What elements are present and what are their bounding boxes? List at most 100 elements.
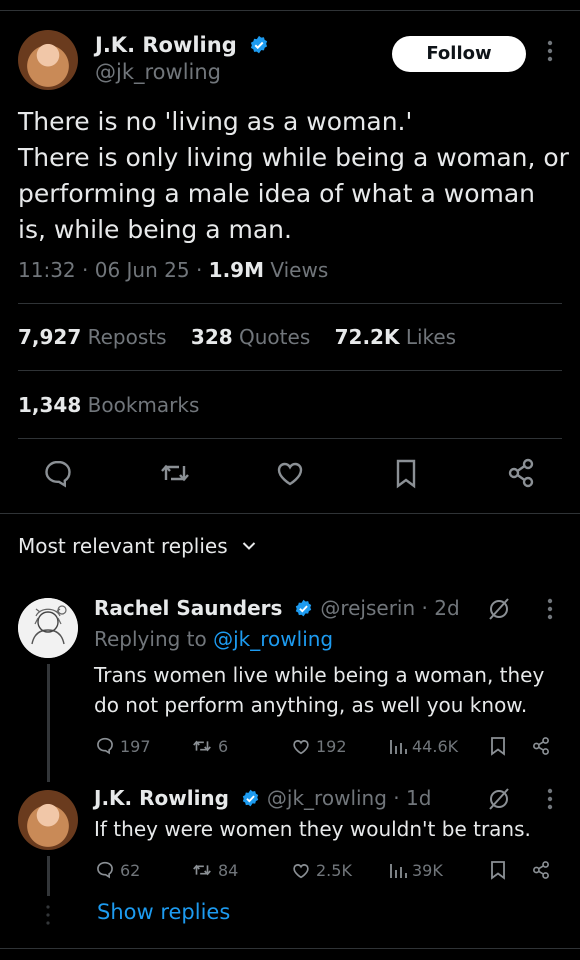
like-count: 2.5K <box>316 860 352 880</box>
grok-icon[interactable] <box>486 596 512 622</box>
reply-icon <box>97 737 113 755</box>
reply-line: do not perform anything, as well you kno… <box>94 693 528 717</box>
verified-badge-icon <box>296 599 312 617</box>
bookmark-button[interactable] <box>488 733 508 759</box>
divider <box>18 370 562 371</box>
engagement-stats: 7,927 Reposts 328 Quotes 72.2K Likes <box>18 325 456 349</box>
like-button[interactable]: 2.5K <box>290 857 352 883</box>
reply-age: 2d <box>434 596 460 620</box>
tweet-line: is, while being a man. <box>18 215 292 244</box>
reply-line: Trans women live while being a woman, th… <box>94 663 545 687</box>
views-count: 1.9M <box>208 258 265 282</box>
verified-badge-icon <box>250 35 268 54</box>
replying-to-handle[interactable]: @jk_rowling <box>213 627 333 651</box>
like-icon <box>293 740 309 755</box>
top-divider <box>0 10 580 11</box>
replies-sort-dropdown[interactable]: Most relevant replies <box>18 534 256 558</box>
tweet-time[interactable]: 11:32 <box>18 258 76 282</box>
tweet-action-bar <box>0 455 580 495</box>
reposts-label: Reposts <box>87 325 167 349</box>
repost-button[interactable]: 6 <box>190 733 228 759</box>
tweet-text: There is no 'living as a woman.' There i… <box>18 104 569 248</box>
share-icon <box>533 861 549 879</box>
bookmarks-stat[interactable]: 1,348 Bookmarks <box>18 393 199 417</box>
reply-count: 62 <box>120 860 141 880</box>
like-icon[interactable] <box>272 455 308 491</box>
views-count: 44.6K <box>412 736 459 756</box>
reply-author-name[interactable]: J.K. Rowling @jk_rowling · 1d <box>94 786 431 810</box>
replying-to: Replying to @jk_rowling <box>94 627 333 651</box>
kebab-icon[interactable] <box>540 598 560 625</box>
quotes-label: Quotes <box>239 325 311 349</box>
divider <box>18 438 562 439</box>
kebab-icon[interactable] <box>540 40 560 67</box>
share-icon <box>533 737 549 755</box>
reposts-count: 7,927 <box>18 325 82 349</box>
tweet-line: There is only living while being a woman… <box>18 143 569 172</box>
verified-badge-icon <box>242 789 259 807</box>
thread-dots-icon <box>46 905 50 925</box>
likes-count: 72.2K <box>334 325 400 349</box>
reposts-stat[interactable]: 7,927 Reposts <box>18 325 167 349</box>
like-button[interactable]: 192 <box>290 733 347 759</box>
quotes-count: 328 <box>190 325 233 349</box>
share-icon[interactable] <box>503 455 539 491</box>
reply-button[interactable]: 62 <box>94 857 140 883</box>
bookmark-icon <box>491 737 505 756</box>
views-button[interactable]: 39K <box>388 857 443 883</box>
divider <box>18 303 562 304</box>
reply-text: Trans women live while being a woman, th… <box>94 660 544 720</box>
reply-author-name-text: Rachel Saunders <box>94 596 283 620</box>
chevron-down-icon <box>242 542 256 550</box>
repost-icon <box>193 864 211 876</box>
reply-text: If they were women they wouldn't be tran… <box>94 814 531 844</box>
tweet-line: There is no 'living as a woman.' <box>18 107 413 136</box>
replying-prefix: Replying to <box>94 627 207 651</box>
grok-icon[interactable] <box>486 786 512 812</box>
like-icon <box>293 864 309 879</box>
reply-count: 197 <box>120 736 151 756</box>
quotes-stat[interactable]: 328 Quotes <box>191 325 310 349</box>
share-button[interactable] <box>530 857 552 883</box>
repost-icon[interactable] <box>157 455 193 491</box>
bookmarks-count: 1,348 <box>18 393 82 417</box>
reply-author-name-text: J.K. Rowling <box>94 786 229 810</box>
views-icon <box>390 864 407 878</box>
repost-count: 84 <box>218 860 239 880</box>
views-icon <box>390 740 407 754</box>
repost-icon <box>193 740 211 752</box>
reply-age: 1d <box>406 786 432 810</box>
kebab-icon[interactable] <box>540 788 560 815</box>
tweet-meta: 11:32 · 06 Jun 25 · 1.9M Views <box>18 258 329 282</box>
author-name[interactable]: J.K. Rowling <box>95 33 269 57</box>
reply-action-bar: 197 6 192 44.6K <box>94 733 564 759</box>
tweet-line: performing a male idea of what a woman <box>18 179 536 208</box>
like-count: 192 <box>316 736 347 756</box>
bookmark-icon[interactable] <box>388 455 424 491</box>
divider <box>0 513 580 514</box>
tweet-date[interactable]: 06 Jun 25 <box>95 258 190 282</box>
thread-line <box>47 856 50 896</box>
thread-line <box>47 664 50 782</box>
follow-button[interactable]: Follow <box>392 36 526 72</box>
author-avatar[interactable] <box>18 30 78 90</box>
reply-author-name[interactable]: Rachel Saunders @rejserin · 2d <box>94 596 460 620</box>
likes-stat[interactable]: 72.2K Likes <box>335 325 457 349</box>
reply-icon[interactable] <box>40 455 76 491</box>
bookmark-icon <box>491 861 505 880</box>
reply-button[interactable]: 197 <box>94 733 151 759</box>
views-label: Views <box>270 258 329 282</box>
bookmark-button[interactable] <box>488 857 508 883</box>
reply-avatar[interactable] <box>18 598 78 658</box>
views-button[interactable]: 44.6K <box>388 733 458 759</box>
bottom-divider <box>0 948 580 949</box>
author-handle[interactable]: @jk_rowling <box>95 60 221 84</box>
reply-line: If they were women they wouldn't be tran… <box>94 817 531 841</box>
share-button[interactable] <box>530 733 552 759</box>
replies-sort-label: Most relevant replies <box>18 534 228 558</box>
show-replies-link[interactable]: Show replies <box>97 900 230 924</box>
reply-avatar[interactable] <box>18 790 78 850</box>
repost-button[interactable]: 84 <box>190 857 238 883</box>
views-count: 39K <box>412 860 443 880</box>
reply-author-handle: @jk_rowling <box>266 786 387 810</box>
